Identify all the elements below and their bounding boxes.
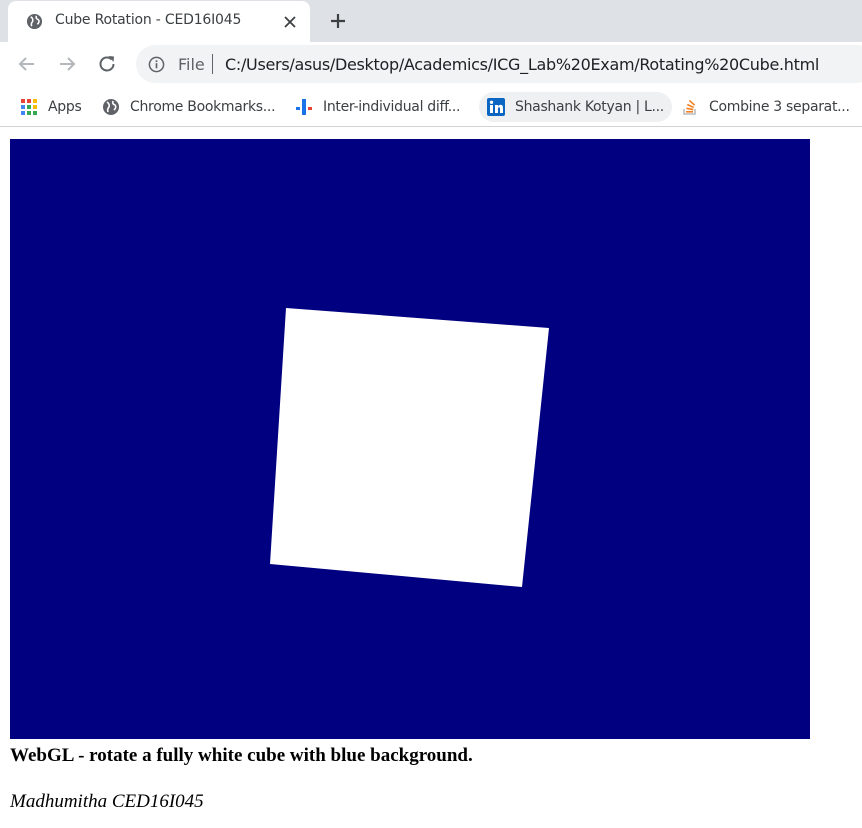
cube-drawing (270, 308, 549, 587)
reload-icon[interactable] (95, 52, 119, 76)
close-icon[interactable] (281, 13, 299, 31)
bookmark-shashank-kotyan[interactable]: Shashank Kotyan | L... (479, 92, 672, 122)
rotating-cube (270, 308, 549, 587)
plus-icon[interactable] (326, 9, 350, 33)
bookmark-label: Shashank Kotyan | L... (515, 99, 664, 115)
bookmark-chrome-bookmarks[interactable]: Chrome Bookmarks... (102, 92, 276, 122)
back-arrow-icon[interactable] (15, 52, 39, 76)
bookmark-combine-3[interactable]: Combine 3 separat... (681, 92, 850, 122)
bookmark-inter-individual[interactable]: Inter-individual diff... (295, 92, 460, 122)
bookmarks-bar: Apps Chrome Bookmarks... Inter-individua… (0, 86, 862, 127)
bookmark-label: Combine 3 separat... (709, 99, 850, 115)
webgl-canvas (10, 139, 810, 739)
globe-icon (26, 13, 43, 30)
author-credit: Madhumitha CED16I045 (10, 791, 204, 812)
bookmark-label: Apps (48, 99, 82, 115)
url-scheme-label: File (178, 55, 205, 74)
bookmark-label: Chrome Bookmarks... (130, 99, 276, 115)
browser-tab[interactable]: Cube Rotation - CED16I045 (8, 1, 310, 42)
tab-strip: Cube Rotation - CED16I045 (0, 0, 862, 42)
apps-grid-icon (21, 99, 37, 115)
address-bar[interactable]: File C:/Users/asus/Desktop/Academics/ICG… (136, 45, 862, 83)
url-text[interactable]: C:/Users/asus/Desktop/Academics/ICG_Lab%… (225, 55, 819, 74)
globe-icon (103, 99, 119, 115)
browser-toolbar: File C:/Users/asus/Desktop/Academics/ICG… (0, 42, 862, 86)
chart-bars-icon (296, 99, 312, 115)
bookmark-apps[interactable]: Apps (20, 92, 82, 122)
stack-overflow-icon (683, 99, 696, 115)
tab-title: Cube Rotation - CED16I045 (55, 12, 242, 28)
url-separator (212, 54, 213, 74)
forward-arrow-icon[interactable] (55, 52, 79, 76)
page-caption: WebGL - rotate a fully white cube with b… (10, 745, 473, 766)
bookmark-label: Inter-individual diff... (323, 99, 461, 115)
linkedin-icon (487, 98, 505, 116)
info-icon[interactable] (148, 56, 165, 73)
